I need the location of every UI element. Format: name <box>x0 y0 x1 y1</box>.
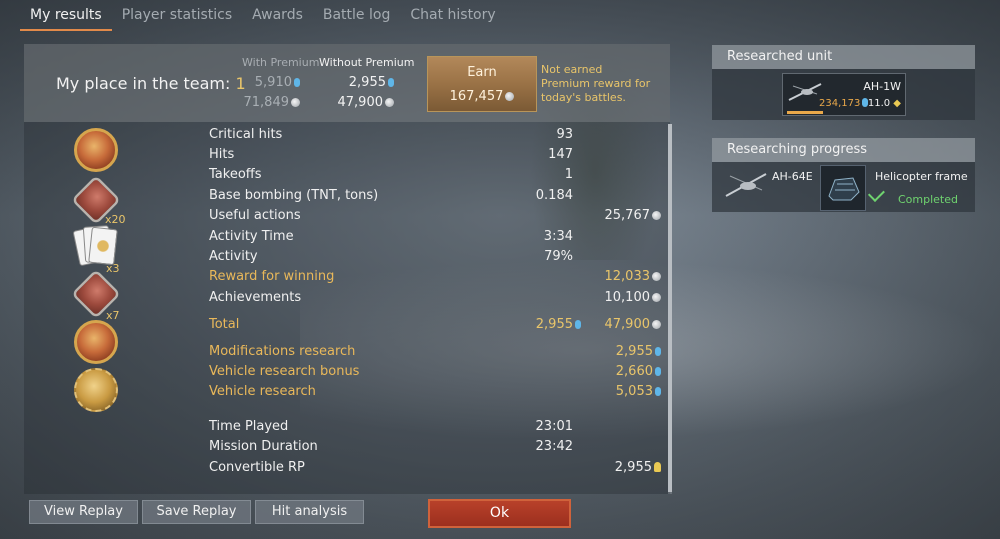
tab-my-results[interactable]: My results <box>20 0 112 31</box>
stat-row-modifications-research: Modifications research 2,955 <box>209 344 661 362</box>
research-points-icon <box>655 347 661 356</box>
stat-row-activity: Activity 79% <box>209 249 573 264</box>
award-star-medal-icon[interactable] <box>74 368 118 412</box>
battle-rating-icon: ◆ <box>893 98 901 109</box>
results-tabs: My results Player statistics Awards Batt… <box>20 0 506 31</box>
stat-row-reward-for-winning: Reward for winning 12,033 <box>209 269 661 287</box>
helicopter-frame-icon[interactable] <box>820 165 866 211</box>
with-premium-rp: 5,910 <box>230 75 300 90</box>
award-fist-medal-icon[interactable] <box>74 320 118 364</box>
save-replay-button[interactable]: Save Replay <box>142 500 251 524</box>
silver-lions-icon <box>652 272 661 281</box>
tab-chat-history[interactable]: Chat history <box>400 0 505 31</box>
ok-button[interactable]: Ok <box>428 499 571 528</box>
tab-awards[interactable]: Awards <box>242 0 313 31</box>
earn-label: Earn <box>467 65 497 80</box>
premium-note: Not earned Premium reward for today's ba… <box>541 63 651 104</box>
silver-lions-icon <box>652 211 661 220</box>
researched-unit-title: Researched unit <box>712 45 975 69</box>
stat-row-hits: Hits 147 <box>209 147 573 162</box>
stat-row-base-bombing: Base bombing (TNT, tons) 0.184 <box>209 188 573 203</box>
research-points-icon <box>655 367 661 376</box>
earn-value: 167,457 <box>428 89 536 104</box>
stat-row-mission-duration: Mission Duration 23:42 <box>209 439 573 454</box>
with-premium-sl: 71,849 <box>230 95 300 110</box>
stat-row-useful-actions: Useful actions 25,767 <box>209 208 661 226</box>
stat-row-vehicle-research-bonus: Vehicle research bonus 2,660 <box>209 364 661 382</box>
researched-unit-rp: 234,173 <box>819 98 869 109</box>
stat-row-critical-hits: Critical hits 93 <box>209 127 573 142</box>
stat-row-convertible-rp: Convertible RP 2,955 <box>209 460 661 478</box>
team-place: My place in the team: 1 <box>56 74 246 93</box>
stat-row-takeoffs: Takeoffs 1 <box>209 167 573 182</box>
tab-battle-log[interactable]: Battle log <box>313 0 400 31</box>
view-replay-button[interactable]: View Replay <box>29 500 138 524</box>
researching-vehicle-name: AH-64E <box>772 170 813 183</box>
silver-lions-icon <box>652 320 661 329</box>
module-status: Completed <box>898 193 958 206</box>
tab-player-statistics[interactable]: Player statistics <box>112 0 242 31</box>
stat-row-time-played: Time Played 23:01 <box>209 419 573 434</box>
module-name: Helicopter frame <box>875 170 968 183</box>
without-premium-rp: 2,955 <box>324 75 394 90</box>
without-premium-label: Without Premium <box>319 56 415 69</box>
researched-unit-card[interactable]: AH-1W 234,173 11.0 ◆ <box>782 73 906 116</box>
with-premium-label: With Premium <box>242 56 320 69</box>
award-medal-icon[interactable] <box>74 128 118 172</box>
helicopter-icon <box>788 83 822 101</box>
silver-lions-icon <box>505 92 515 101</box>
convertible-rp-icon <box>654 462 661 472</box>
team-place-label: My place in the team: <box>56 74 231 93</box>
silver-lions-icon <box>652 293 661 302</box>
stat-row-achievements: Achievements 10,100 <box>209 290 661 308</box>
researched-unit-name: AH-1W <box>863 80 901 93</box>
stat-row-total: Total 2,955 47,900 <box>209 317 661 335</box>
award-multiplier: x3 <box>106 262 120 275</box>
award-multiplier: x7 <box>106 309 120 322</box>
earn-premium-button[interactable]: Earn 167,457 <box>427 56 537 112</box>
hit-analysis-button[interactable]: Hit analysis <box>255 500 364 524</box>
stats-scrollbar-thumb[interactable] <box>668 124 672 492</box>
without-premium-sl: 47,900 <box>324 95 394 110</box>
research-points-icon <box>655 387 661 396</box>
research-progress-title: Researching progress <box>712 138 975 162</box>
frame-icon <box>828 177 860 201</box>
research-points-icon <box>294 78 300 87</box>
research-progress-bar <box>787 111 823 114</box>
researched-unit-br: 11.0 ◆ <box>867 98 901 109</box>
stat-row-activity-time: Activity Time 3:34 <box>209 229 573 244</box>
stat-row-vehicle-research: Vehicle research 5,053 <box>209 384 661 402</box>
team-place-header: My place in the team: 1 With Premium Wit… <box>24 44 670 122</box>
research-points-icon <box>388 78 394 87</box>
silver-lions-icon <box>385 98 394 107</box>
silver-lions-icon <box>291 98 300 107</box>
helicopter-icon <box>725 173 767 197</box>
